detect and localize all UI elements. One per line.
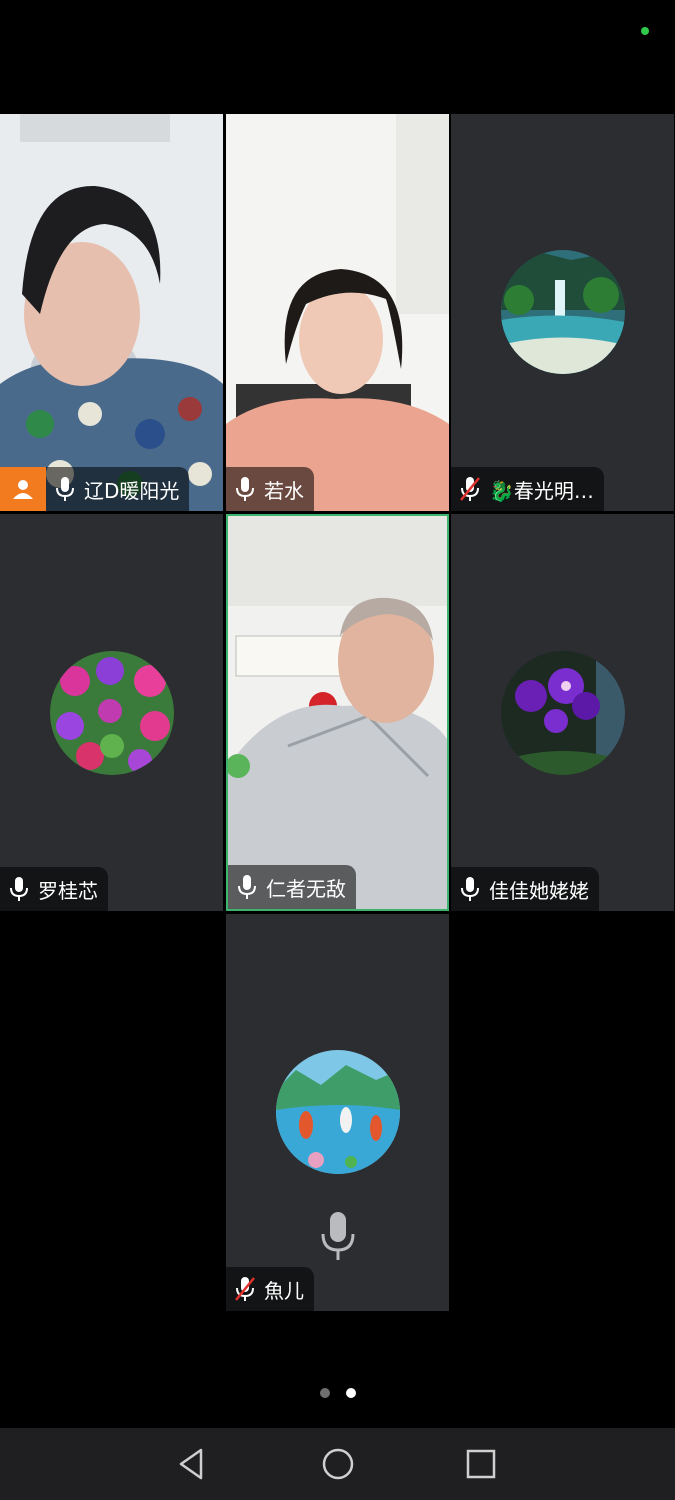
participant-name: 罗桂芯 (38, 878, 98, 903)
participant-name: 若水 (264, 478, 304, 503)
home-icon[interactable] (320, 1446, 356, 1482)
mic-icon (238, 875, 256, 899)
participant-avatar (500, 650, 625, 775)
participant-name-label: 🐉春光明… (451, 467, 604, 511)
system-navigation-bar (0, 1428, 675, 1500)
participant-name: 辽D暖阳光 (84, 478, 180, 503)
mic-icon (56, 477, 74, 501)
host-icon (13, 480, 33, 499)
participant-name-label: 佳佳她姥姥 (451, 867, 599, 911)
participant-name-label: 若水 (226, 467, 314, 511)
participant-avatar (275, 1050, 400, 1174)
participant-name-label: 魚儿 (226, 1267, 314, 1311)
participant-avatar (500, 250, 625, 374)
waterfall-landscape-avatar (500, 250, 625, 374)
participant-avatar (49, 650, 174, 775)
participant-video (0, 114, 223, 511)
participant-name-label: 辽D暖阳光 (46, 467, 190, 511)
page-dot-1[interactable] (319, 1388, 330, 1398)
participant-tile-5-active-speaker[interactable]: 仁者无敌 (226, 514, 449, 911)
participant-name-label: 仁者无敌 (228, 865, 356, 909)
mic-muted-icon (235, 1277, 255, 1301)
participant-name: 魚儿 (264, 1278, 304, 1303)
koi-pond-avatar (275, 1050, 400, 1174)
mic-muted-icon (460, 477, 480, 501)
back-icon[interactable] (175, 1446, 211, 1482)
mic-icon (236, 477, 254, 501)
participant-video (228, 516, 447, 909)
participant-tile-7[interactable]: 魚儿 (226, 914, 449, 1311)
page-indicator[interactable] (0, 1388, 675, 1398)
video-grid: 辽D暖阳光 若水 🐉春光明… 罗桂芯 仁者无敌 佳佳她姥姥 魚儿 (0, 114, 675, 1314)
purple-orchid-avatar (500, 650, 625, 775)
status-indicator-dot (641, 27, 649, 35)
participant-name: 🐉春光明… (489, 478, 594, 503)
participant-tile-3[interactable]: 🐉春光明… (451, 114, 674, 511)
participant-name: 仁者无敌 (266, 876, 346, 901)
participant-video (226, 114, 449, 511)
participant-name-label: 罗桂芯 (0, 867, 108, 911)
page-dot-2-current[interactable] (345, 1388, 356, 1398)
recents-icon[interactable] (463, 1446, 499, 1482)
mic-icon (461, 877, 479, 901)
flowers-avatar (49, 650, 174, 775)
participant-tile-4[interactable]: 罗桂芯 (0, 514, 223, 911)
host-badge (0, 467, 46, 511)
mic-icon-large (321, 1212, 354, 1260)
participant-name: 佳佳她姥姥 (489, 878, 589, 903)
mic-icon (10, 877, 28, 901)
participant-tile-1[interactable]: 辽D暖阳光 (0, 114, 223, 511)
participant-tile-6[interactable]: 佳佳她姥姥 (451, 514, 674, 911)
participant-tile-2[interactable]: 若水 (226, 114, 449, 511)
